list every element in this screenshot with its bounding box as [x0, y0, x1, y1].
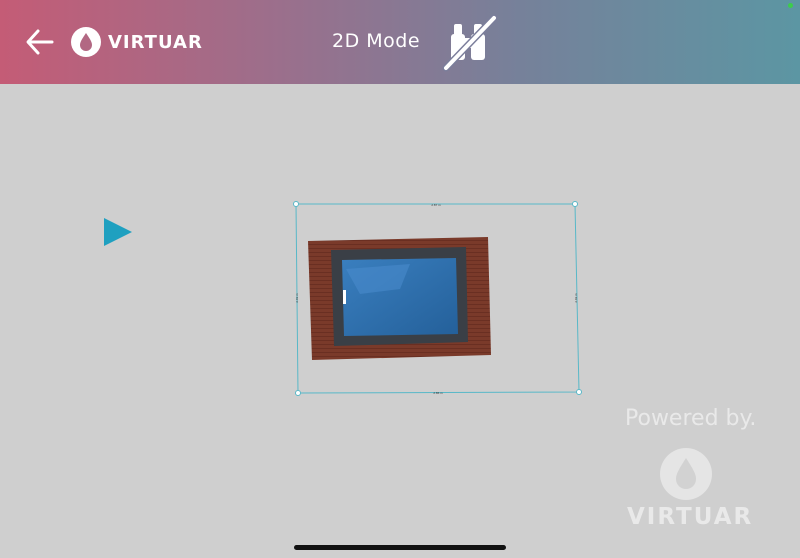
back-button[interactable] [24, 26, 56, 58]
dimension-label-top: 2.87 m [431, 203, 441, 207]
play-triangle-icon [104, 218, 132, 246]
mode-toggle-label[interactable]: 2D Mode [332, 30, 420, 52]
watermark-brand-name: VIRTUAR [627, 504, 754, 530]
plan-canvas[interactable]: 2.87 m 2.86 m 2.03 m 2.02 m Powered by. … [0, 84, 800, 558]
selection-handle[interactable] [572, 201, 578, 207]
pool-step [343, 290, 346, 304]
dimension-label-right: 2.02 m [574, 293, 578, 303]
dimension-label-bottom: 2.86 m [433, 391, 443, 395]
water-drop-icon [71, 27, 101, 57]
view-toggle-button[interactable] [440, 14, 500, 72]
status-indicator-dot [788, 3, 793, 8]
brand-logo: VIRTUAR [70, 24, 203, 60]
binoculars-crossed-icon [442, 14, 498, 72]
selection-handle[interactable] [576, 389, 582, 395]
water-drop-icon [660, 448, 712, 500]
powered-by-watermark: Powered by. VIRTUAR [615, 402, 780, 532]
play-button[interactable] [102, 216, 134, 248]
powered-by-text: Powered by. [625, 406, 757, 431]
selection-handle[interactable] [295, 390, 301, 396]
arrow-left-icon [26, 29, 54, 55]
home-indicator[interactable] [294, 545, 506, 550]
app-screen: VIRTUAR 2D Mode 2.87 m 2.86 m 2.03 m 2.0… [0, 0, 800, 558]
dimension-label-left: 2.03 m [295, 293, 299, 303]
selection-handle[interactable] [293, 201, 299, 207]
brand-name: VIRTUAR [108, 31, 203, 53]
top-bar: VIRTUAR 2D Mode [0, 0, 800, 84]
